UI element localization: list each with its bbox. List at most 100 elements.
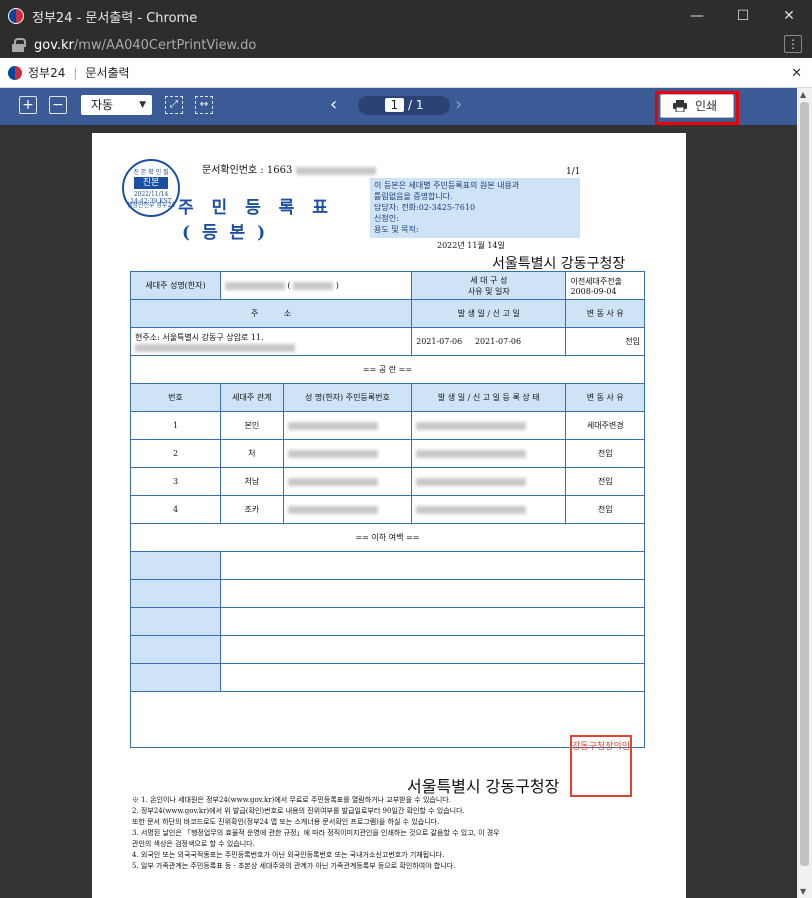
- authenticity-seal: 진 본 확 인 필 진본 2022/11/14 14:42:39 KST 행정안…: [122, 159, 180, 217]
- maximize-button[interactable]: ☐: [720, 0, 766, 32]
- cell: [130, 635, 221, 664]
- url-text[interactable]: gov.kr/mw/AA040CertPrintView.do: [34, 38, 256, 53]
- note-line: 2. 정부24(www.gov.kr)에서 위 발급(확인)번호로 내용의 진위…: [132, 807, 465, 815]
- cell: 조카: [220, 495, 284, 524]
- fit-width-icon[interactable]: ↔: [195, 96, 213, 114]
- issuing-office-bottom: 서울특별시 강동구청장: [407, 777, 560, 796]
- cell: [130, 607, 221, 636]
- cell-text: 2021-07-06: [416, 337, 463, 346]
- cell: [411, 411, 567, 440]
- scroll-up-icon[interactable]: ▲: [800, 90, 806, 99]
- cell: 본인: [220, 411, 284, 440]
- cell: [220, 607, 645, 636]
- cell-text: 2021-07-06: [474, 337, 522, 346]
- scroll-thumb[interactable]: [800, 102, 809, 866]
- cell: 전입: [565, 439, 645, 468]
- document-page: 진 본 확 인 필 진본 2022/11/14 14:42:39 KST 행정안…: [92, 133, 686, 898]
- zoom-out-button[interactable]: −: [49, 96, 67, 114]
- cert-line: 용도 및 목적:: [374, 225, 419, 234]
- url-domain: gov.kr: [34, 37, 74, 53]
- close-page-button[interactable]: ✕: [791, 66, 802, 81]
- cell: [220, 551, 645, 580]
- document-number-label: 문서확인번호 : 1663: [202, 165, 293, 176]
- note-line: 관인의 색상은 검정색으로 할 수 있습니다.: [132, 840, 255, 848]
- cell: [130, 579, 221, 608]
- window-controls: — ☐ ✕: [674, 0, 812, 32]
- cell: 세대주변경: [565, 411, 645, 440]
- cell-text: 주: [250, 309, 259, 318]
- cell: 전입: [565, 495, 645, 524]
- cell-text: 사유 및 일자: [467, 286, 510, 296]
- chevron-down-icon: ▼: [139, 100, 146, 110]
- close-window-button[interactable]: ✕: [766, 0, 812, 32]
- cell: [130, 691, 645, 748]
- address-bar[interactable]: gov.kr/mw/AA040CertPrintView.do ⋮: [0, 32, 812, 58]
- cell-text: 2008-09-04: [570, 286, 617, 296]
- cell: 발 생 일 / 신 고 일: [411, 299, 567, 328]
- page-total: 1: [415, 98, 424, 112]
- menu-dots-icon[interactable]: ⋮: [784, 35, 802, 53]
- cert-line: 신청인:: [374, 214, 399, 223]
- lock-icon[interactable]: [12, 38, 26, 52]
- cell: 번호: [130, 383, 221, 412]
- scroll-down-icon[interactable]: ▼: [800, 887, 806, 896]
- official-stamp: 강동구청장의인: [570, 735, 632, 797]
- cell-text: 세 대 구 성: [470, 275, 508, 285]
- site-brand: 정부24: [28, 66, 66, 80]
- page-indicator: 1 / 1: [358, 96, 450, 115]
- zoom-in-button[interactable]: +: [19, 96, 37, 114]
- redacted-text: [287, 422, 378, 430]
- seal-bottom: 행정안전부 정부24: [126, 202, 176, 209]
- window-title: 정부24 - 문서출력 - Chrome: [32, 10, 198, 26]
- cell: [411, 439, 567, 468]
- redacted-text: [293, 282, 334, 290]
- cell: == 공 란 ==: [130, 355, 645, 384]
- table-row: 2 처 전입: [130, 439, 645, 468]
- footnotes: ※ 1. 온인이나 세대원은 정부24(www.gov.kr)에서 무료로 주민…: [132, 795, 662, 872]
- certification-box: 이 등본은 세대별 주민등록표의 원본 내용과 틀림없음을 증명합니다. 담당자…: [370, 178, 580, 238]
- resident-table: 세대주 성명(한자) ( ) 세 대 구 성 사유 및 일자 이전세대주전출 200…: [129, 271, 645, 748]
- redacted-text: [287, 450, 378, 458]
- seal-mid: 진본: [134, 177, 168, 189]
- scrollbar[interactable]: ▲ ▼: [797, 88, 812, 898]
- redacted-text: [416, 478, 527, 486]
- cell: [220, 663, 645, 692]
- cell: 현주소: 서울특별시 강동구 상암로 11.: [129, 327, 413, 356]
- cert-line: 이 등본은 세대별 주민등록표의 원본 내용과: [374, 181, 520, 190]
- zoom-select[interactable]: 자동 ▼: [81, 95, 152, 115]
- note-line: ※ 1. 온인이나 세대원은 정부24(www.gov.kr)에서 무료로 주민…: [132, 796, 451, 804]
- cell: 처: [220, 439, 284, 468]
- highlight-box: [655, 91, 739, 125]
- fit-page-icon[interactable]: ⤢: [165, 96, 183, 114]
- cell: 2: [130, 439, 221, 468]
- minimize-button[interactable]: —: [674, 0, 720, 32]
- cell: [130, 551, 221, 580]
- cell: 1: [130, 411, 221, 440]
- cell: 주 소: [129, 299, 413, 328]
- note-line: 5. 일부 가족관계는 주민등록표 등 · 초본상 세대주와의 관계가 아닌 가…: [132, 862, 456, 870]
- note-line: 3. 서명된 날인은 「행정업무의 효율적 운영에 관한 규정」에 따라 정직이…: [132, 829, 500, 837]
- cell: 성 명(한자) 주민등록번호: [282, 383, 413, 412]
- separator: |: [73, 65, 78, 80]
- prev-page-button[interactable]: ‹: [330, 94, 337, 115]
- cell: 세대주 성명(한자): [130, 271, 221, 300]
- page-count: 1/1: [566, 167, 581, 177]
- document-number: 문서확인번호 : 1663: [202, 161, 376, 176]
- page-current[interactable]: 1: [384, 98, 405, 112]
- cell: [282, 495, 413, 524]
- title-bar: 정부24 - 문서출력 - Chrome — ☐ ✕: [0, 0, 812, 32]
- cell: [220, 635, 645, 664]
- next-page-button[interactable]: ›: [455, 94, 462, 115]
- cell: [130, 663, 221, 692]
- seal-top: 진 본 확 인 필: [133, 169, 169, 176]
- gov24-logo-icon: [8, 65, 22, 80]
- cell: [282, 439, 413, 468]
- cell: 변 동 사 유: [565, 299, 645, 328]
- note-line: 또한 문서 하단의 바코드로도 진위확인(정부24 앱 또는 스캐너용 문서확인…: [132, 818, 440, 826]
- redacted-text: [295, 166, 376, 175]
- cell: ( ): [219, 271, 413, 300]
- redacted-text: [416, 506, 527, 514]
- cell: [411, 467, 567, 496]
- url-path: /mw/AA040CertPrintView.do: [73, 37, 257, 53]
- cell: 이전세대주전출 2008-09-04: [565, 271, 645, 300]
